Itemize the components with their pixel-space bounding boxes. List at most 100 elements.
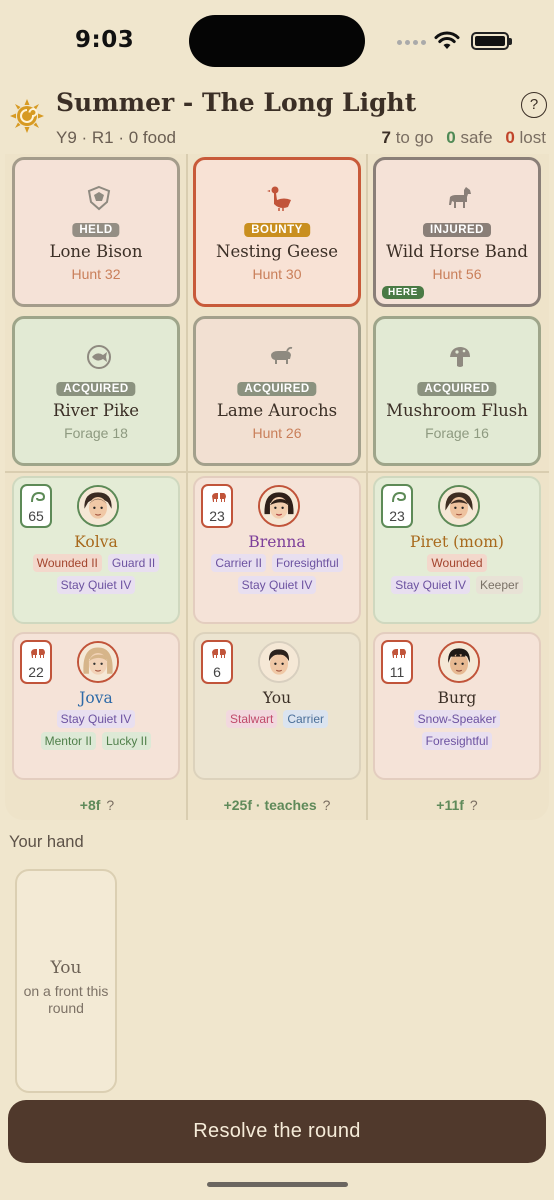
threat-name: Wild Horse Band — [386, 242, 528, 261]
forage-value: 23 — [381, 484, 413, 528]
battery-icon — [471, 32, 512, 50]
hunt-value: 22 — [20, 640, 52, 684]
safe-label: safe — [460, 128, 493, 147]
to-go-label: to go — [395, 128, 434, 147]
trait-tag: Foresightful — [421, 732, 493, 750]
person-value: 65 — [28, 508, 44, 524]
person-card-kolva[interactable]: 65 Kolva Wounded II Guard II Stay Quiet … — [12, 476, 180, 624]
aurochs-icon — [271, 346, 293, 364]
threat-card-mushroom-flush[interactable]: ACQUIRED Mushroom Flush Forage 16 — [373, 316, 541, 466]
trait-tags: Stay Quiet IV Mentor II Lucky II — [26, 710, 166, 750]
avatar — [77, 485, 119, 527]
sun-icon — [10, 99, 44, 133]
threat-card-river-pike[interactable]: ACQUIRED River Pike Forage 18 — [12, 316, 180, 466]
person-value: 23 — [389, 508, 405, 524]
wifi-icon — [434, 31, 460, 49]
person-name: Kolva — [74, 533, 118, 551]
trait-tag: Mentor II — [40, 732, 96, 750]
avatar — [438, 641, 480, 683]
trait-tags: Wounded Stay Quiet IV Keeper — [387, 554, 527, 594]
resolve-round-button[interactable]: Resolve the round — [8, 1100, 546, 1163]
person-card-brenna[interactable]: 23 Brenna Carrier II Foresightful Stay Q… — [193, 476, 361, 624]
threat-name: Mushroom Flush — [386, 401, 528, 420]
hunt-value: 23 — [201, 484, 233, 528]
threat-requirement: Hunt 32 — [71, 266, 121, 282]
person-card-burg[interactable]: 11 Burg Snow-Speaker Foresightful — [373, 632, 541, 780]
status-badge: ACQUIRED — [56, 382, 136, 396]
home-indicator[interactable] — [207, 1182, 348, 1187]
forage-value: 65 — [20, 484, 52, 528]
status-badge: BOUNTY — [244, 223, 310, 237]
trait-tag: Carrier II — [211, 554, 266, 572]
horse-icon — [449, 187, 471, 208]
column-summary[interactable]: +25f · teaches? — [187, 797, 367, 813]
trait-tag: Wounded — [427, 554, 487, 572]
threat-card-lone-bison[interactable]: HELD Lone Bison Hunt 32 — [12, 157, 180, 307]
hunt-value: 11 — [381, 640, 413, 684]
forage-icon — [392, 491, 407, 503]
lost-count: 0 — [505, 128, 515, 147]
column-extra: · teaches — [255, 797, 317, 813]
status-badge: ACQUIRED — [417, 382, 497, 396]
column-food: +25f — [223, 797, 253, 813]
threat-card-lame-aurochs[interactable]: ACQUIRED Lame Aurochs Hunt 26 — [193, 316, 361, 466]
hunt-icon — [212, 649, 226, 658]
here-marker: HERE — [382, 286, 424, 299]
status-badge: INJURED — [423, 223, 491, 237]
fish-icon — [87, 345, 111, 369]
column-help-icon[interactable]: ? — [470, 797, 478, 813]
outcome-counts: 7 to go 0 safe 0 lost — [382, 128, 547, 148]
avatar — [258, 485, 300, 527]
help-button[interactable]: ? — [521, 92, 547, 118]
hand-label: Your hand — [9, 833, 84, 851]
person-card-you[interactable]: 6 You Stalwart Carrier — [193, 632, 361, 780]
status-badge: HELD — [72, 223, 120, 237]
column-divider — [366, 154, 368, 820]
hand-card-you[interactable]: You on a front this round — [15, 869, 117, 1093]
trait-tag: Guard II — [107, 554, 160, 572]
column-help-icon[interactable]: ? — [106, 797, 114, 813]
threat-requirement: Forage 18 — [64, 425, 128, 441]
person-value: 22 — [28, 664, 44, 680]
threat-name: River Pike — [52, 401, 140, 420]
column-food: +8f — [79, 797, 101, 813]
forage-icon — [31, 491, 46, 503]
crest-icon — [87, 185, 111, 211]
threat-requirement: Hunt 26 — [252, 425, 302, 441]
year-round-food: Y9 · R1 · 0 food — [56, 128, 177, 147]
column-divider — [186, 154, 188, 820]
column-food: +11f — [436, 797, 464, 813]
signal-dots-icon — [397, 40, 426, 45]
trait-tag: Stay Quiet IV — [391, 576, 470, 594]
trait-tag: Snow-Speaker — [413, 710, 501, 728]
hunt-icon — [31, 649, 45, 658]
column-help-icon[interactable]: ? — [323, 797, 331, 813]
threat-requirement: Hunt 30 — [252, 266, 302, 282]
person-value: 23 — [209, 508, 225, 524]
person-card-piret[interactable]: 23 Piret (mom) Wounded Stay Quiet IV Kee… — [373, 476, 541, 624]
hand-card-status: on a front this round — [23, 983, 109, 1016]
game-header: Summer - The Long Light ? Y9 · R1 · 0 fo… — [0, 82, 554, 152]
threat-card-nesting-geese[interactable]: BOUNTY Nesting Geese Hunt 30 — [193, 157, 361, 307]
page-title: Summer - The Long Light — [56, 88, 417, 117]
column-summary[interactable]: +8f? — [7, 797, 187, 813]
avatar — [438, 485, 480, 527]
status-bar: 9:03 — [0, 0, 554, 82]
threat-card-wild-horse-band[interactable]: INJURED Wild Horse Band Hunt 56 HERE — [373, 157, 541, 307]
trait-tags: Snow-Speaker Foresightful — [387, 710, 527, 750]
trait-tag: Keeper — [476, 576, 523, 594]
trait-tag: Stay Quiet IV — [237, 576, 317, 594]
status-time: 9:03 — [75, 27, 135, 53]
safe-count: 0 — [446, 128, 456, 147]
row-divider — [5, 471, 549, 473]
trait-tags: Carrier II Foresightful Stay Quiet IV — [207, 554, 347, 594]
person-name: Piret (mom) — [410, 533, 504, 551]
column-summary[interactable]: +11f? — [367, 797, 547, 813]
threat-name: Nesting Geese — [216, 242, 338, 261]
mushroom-icon — [450, 347, 470, 367]
threat-name: Lone Bison — [49, 242, 143, 261]
threat-name: Lame Aurochs — [216, 401, 338, 420]
trait-tag: Stalwart — [225, 710, 278, 728]
person-card-jova[interactable]: 22 Jova Stay Quiet IV Mentor II Lucky II — [12, 632, 180, 780]
person-name: Burg — [437, 689, 477, 707]
